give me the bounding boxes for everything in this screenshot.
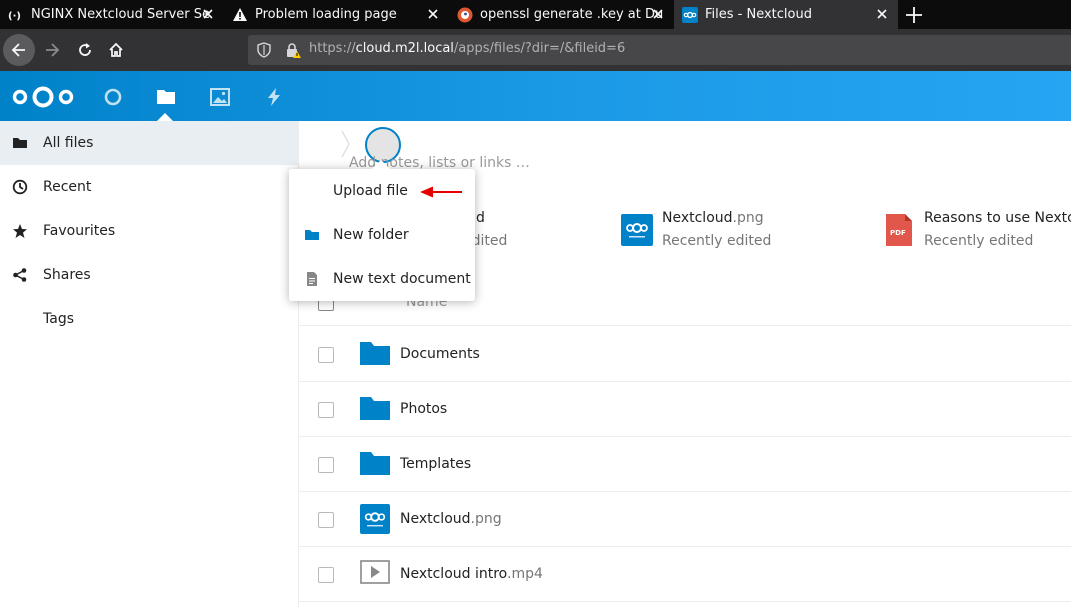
sidebar-item-recent[interactable]: Recent [0,165,298,209]
browser-tab-strip: (·) NGINX Nextcloud Server Se Problem lo… [0,0,1071,29]
share-icon [12,267,28,283]
recent-card-nextcloud-png[interactable]: Nextcloud.png Recently edited [621,210,821,260]
file-name[interactable]: Documents [400,346,480,362]
svg-text:(·): (·) [8,11,21,22]
menu-item-new-text-document[interactable]: New text document [289,257,475,301]
table-row[interactable]: Templates [299,437,1071,492]
star-icon [12,223,28,239]
menu-item-label: Upload file [333,183,408,199]
nextcloud-thumb-icon [360,504,390,534]
sidebar: All files Recent Favourites Shares Tags [0,121,299,607]
reload-icon[interactable] [69,34,101,66]
new-tab-plus-icon[interactable] [902,3,926,27]
recent-file-name: Nextcloud.png [662,210,764,226]
folder-icon [360,394,390,424]
lock-warning-icon[interactable] [285,42,301,62]
menu-item-new-folder[interactable]: New folder [289,213,475,257]
close-icon[interactable] [874,6,890,22]
recent-file-subtitle: Recently edited [924,233,1034,249]
tab-title: openssl generate .key at Du [480,7,664,22]
forward-arrow-icon[interactable] [36,34,68,66]
files-folder-icon[interactable] [155,86,177,108]
shield-icon[interactable] [257,42,271,62]
sidebar-item-label: Tags [43,311,74,327]
sidebar-item-tags[interactable]: Tags [0,297,298,341]
sidebar-item-all-files[interactable]: All files [0,121,298,165]
table-row[interactable]: Documents [299,327,1071,382]
file-name[interactable]: Photos [400,401,447,417]
browser-tab-openssl[interactable]: openssl generate .key at Du [449,0,674,29]
table-row[interactable]: Photos [299,382,1071,437]
recent-partial-name: d [476,210,485,226]
row-checkbox[interactable] [318,567,334,583]
nginx-icon: (·) [8,7,24,23]
sidebar-item-label: Recent [43,179,92,195]
folder-icon [12,135,28,151]
url-scheme: https:// [309,41,356,56]
url-path: /apps/files/?dir=/&fileid=6 [453,41,626,56]
recent-file-name: Reasons to use Nextc [924,210,1071,226]
row-checkbox[interactable] [318,402,334,418]
clock-icon [12,179,28,195]
file-name[interactable]: Nextcloud.png [400,511,502,527]
file-name[interactable]: Templates [400,456,471,472]
folder-icon [360,339,390,369]
video-icon [360,559,390,589]
nextcloud-logo-icon[interactable] [12,85,74,113]
folder-icon [304,227,320,243]
sidebar-item-label: All files [43,135,94,151]
browser-tab-files-nextcloud[interactable]: Files - Nextcloud [674,0,898,29]
close-icon[interactable] [650,6,666,22]
active-app-caret [157,113,173,121]
pdf-icon: PDF [886,214,912,246]
home-icon[interactable] [100,34,132,66]
table-row[interactable]: Nextcloud.png [299,492,1071,547]
menu-item-label: New text document [333,271,471,287]
row-checkbox[interactable] [318,347,334,363]
warning-icon [232,7,248,23]
sidebar-item-label: Shares [43,267,91,283]
recent-file-subtitle: Recently edited [662,233,772,249]
sidebar-item-favourites[interactable]: Favourites [0,209,298,253]
nextcloud-icon [682,6,698,23]
browser-tab-problem[interactable]: Problem loading page [224,0,449,29]
tab-title: Files - Nextcloud [705,7,812,22]
close-icon[interactable] [425,6,441,22]
menu-pointer [372,160,390,169]
red-annotation-arrow-icon [420,184,464,203]
menu-item-label: New folder [333,227,409,243]
photos-image-icon[interactable] [209,86,231,108]
table-row[interactable]: Nextcloud intro.mp4 [299,547,1071,602]
duckduckgo-icon [457,7,473,23]
dashboard-circle-icon[interactable] [102,86,124,108]
row-checkbox[interactable] [318,457,334,473]
file-name[interactable]: Nextcloud intro.mp4 [400,566,543,582]
nextcloud-thumb-icon [621,214,653,246]
browser-tab-nginx[interactable]: (·) NGINX Nextcloud Server Se [0,0,224,29]
url-text[interactable]: https://cloud.m2l.local/apps/files/?dir=… [309,41,625,56]
sidebar-item-shares[interactable]: Shares [0,253,298,297]
sidebar-item-label: Favourites [43,223,116,239]
folder-icon [360,449,390,479]
tab-title: NGINX Nextcloud Server Se [31,7,211,22]
close-icon[interactable] [200,6,216,22]
pdf-badge-text: PDF [890,229,906,237]
activity-lightning-icon[interactable] [263,86,285,108]
text-document-icon [304,271,320,287]
recent-card-reasons-pdf[interactable]: PDF Reasons to use Nextc Recently edited [886,210,1071,260]
back-arrow-icon[interactable] [3,34,35,66]
row-checkbox[interactable] [318,512,334,528]
tab-title: Problem loading page [255,7,397,22]
url-host: cloud.m2l.local [355,41,454,56]
